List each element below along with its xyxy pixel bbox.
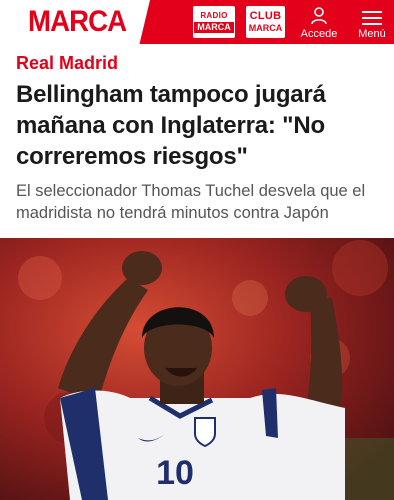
logo-text: MARCA bbox=[28, 5, 127, 38]
user-icon bbox=[311, 7, 327, 25]
hamburger-icon bbox=[362, 11, 382, 25]
article-category[interactable]: Real Madrid bbox=[16, 53, 118, 74]
article-photo: 10 bbox=[0, 238, 394, 500]
club-label-bottom: MARCA bbox=[248, 23, 283, 33]
radio-label-bottom: MARCA bbox=[194, 21, 234, 33]
menu-button[interactable]: Menú bbox=[352, 4, 392, 40]
article-headline: Bellingham tampoco jugará mañana con Ing… bbox=[16, 81, 326, 170]
article-subtitle: El seleccionador Thomas Tuchel desvela q… bbox=[16, 182, 366, 222]
radio-label-top: RADIO bbox=[200, 10, 228, 20]
menu-label: Menú bbox=[358, 28, 386, 40]
club-label-top: CLUB bbox=[249, 10, 282, 22]
login-button[interactable]: Accede bbox=[296, 4, 342, 40]
site-logo[interactable]: MARCA bbox=[0, 0, 150, 44]
login-label: Accede bbox=[300, 28, 338, 40]
player-celebration-image: 10 bbox=[0, 238, 394, 500]
england-crest-icon bbox=[194, 417, 216, 448]
top-bar: MARCA RADIO MARCA CLUB MARCA Accede Menú bbox=[0, 0, 394, 44]
radio-marca-link[interactable]: RADIO MARCA bbox=[193, 6, 235, 38]
shirt-number: 10 bbox=[156, 454, 194, 492]
club-marca-link[interactable]: CLUB MARCA bbox=[246, 6, 285, 38]
